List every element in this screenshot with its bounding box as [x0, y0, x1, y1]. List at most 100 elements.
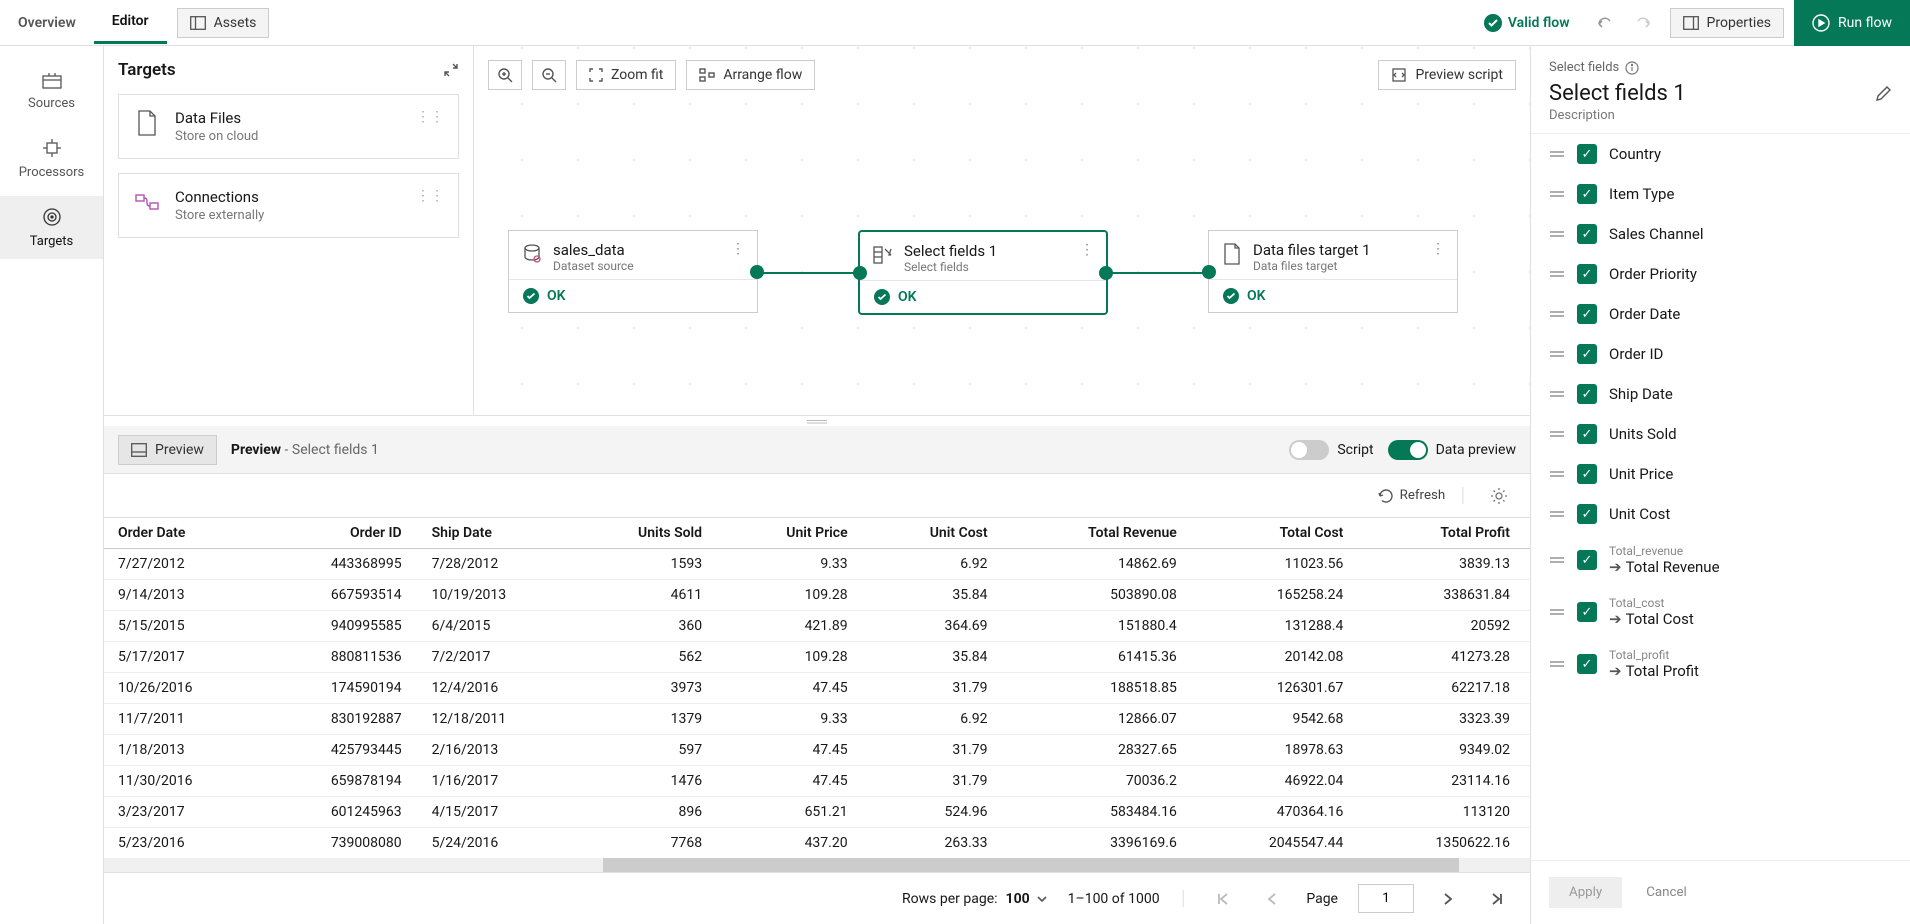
node-sales-data[interactable]: sales_data Dataset source ⋮ OK — [508, 230, 758, 313]
column-header[interactable]: Order Date — [104, 518, 261, 549]
zoom-fit-button[interactable]: Zoom fit — [576, 60, 676, 90]
rail-targets[interactable]: Targets — [0, 196, 103, 259]
checkbox[interactable]: ✓ — [1577, 602, 1597, 622]
field-row[interactable]: ✓ Order ID — [1531, 334, 1910, 374]
drag-handle-icon[interactable] — [1549, 469, 1565, 479]
drag-handle-icon[interactable] — [1549, 349, 1565, 359]
field-row[interactable]: ✓ Country — [1531, 134, 1910, 174]
target-card-datafiles[interactable]: Data Files Store on cloud ⋮⋮ — [118, 94, 459, 159]
drag-handle-icon[interactable] — [1549, 149, 1565, 159]
column-header[interactable]: Units Sold — [572, 518, 722, 549]
checkbox[interactable]: ✓ — [1577, 224, 1597, 244]
field-row[interactable]: ✓ Units Sold — [1531, 414, 1910, 454]
arrange-flow-button[interactable]: Arrange flow — [686, 60, 815, 90]
run-flow-button[interactable]: Run flow — [1794, 0, 1910, 46]
tab-editor[interactable]: Editor — [94, 1, 167, 44]
node-menu-icon[interactable]: ⋮ — [1431, 241, 1445, 257]
table-row[interactable]: 11/30/20166598781941/16/2017147647.4531.… — [104, 766, 1530, 797]
drag-handle-icon[interactable]: ⋮⋮ — [416, 109, 444, 125]
column-header[interactable]: Unit Cost — [868, 518, 1008, 549]
node-port[interactable] — [853, 266, 867, 280]
checkbox[interactable]: ✓ — [1577, 184, 1597, 204]
script-toggle[interactable] — [1289, 440, 1329, 460]
drag-handle-icon[interactable] — [1549, 269, 1565, 279]
drag-handle-icon[interactable] — [1549, 429, 1565, 439]
drag-handle-icon[interactable] — [1549, 659, 1565, 669]
data-preview-toggle[interactable] — [1388, 440, 1428, 460]
field-row[interactable]: ✓ Order Date — [1531, 294, 1910, 334]
column-header[interactable]: Total Cost — [1197, 518, 1364, 549]
edit-icon[interactable] — [1874, 85, 1892, 103]
checkbox[interactable]: ✓ — [1577, 304, 1597, 324]
next-page-button[interactable] — [1434, 886, 1462, 912]
properties-button[interactable]: Properties — [1670, 8, 1784, 38]
checkbox[interactable]: ✓ — [1577, 264, 1597, 284]
drag-handle-icon[interactable] — [1549, 509, 1565, 519]
field-row[interactable]: ✓ Unit Cost — [1531, 494, 1910, 534]
drag-handle-icon[interactable] — [1549, 389, 1565, 399]
table-row[interactable]: 9/14/201366759351410/19/20134611109.2835… — [104, 580, 1530, 611]
zoom-in-button[interactable] — [488, 60, 522, 90]
column-header[interactable]: Total Profit — [1363, 518, 1530, 549]
preview-button[interactable]: Preview — [118, 435, 217, 465]
resize-handle[interactable]: ══ — [104, 416, 1530, 426]
node-menu-icon[interactable]: ⋮ — [731, 241, 745, 257]
settings-button[interactable] — [1482, 481, 1516, 511]
checkbox[interactable]: ✓ — [1577, 504, 1597, 524]
checkbox[interactable]: ✓ — [1577, 344, 1597, 364]
first-page-button[interactable] — [1208, 886, 1238, 912]
horizontal-scrollbar[interactable] — [104, 858, 1530, 872]
refresh-button[interactable]: Refresh — [1378, 488, 1446, 504]
field-row[interactable]: ✓ Total_revenue➔Total Revenue — [1531, 534, 1910, 586]
field-row[interactable]: ✓ Item Type — [1531, 174, 1910, 214]
table-row[interactable]: 7/27/20124433689957/28/201215939.336.921… — [104, 549, 1530, 580]
collapse-icon[interactable] — [443, 62, 459, 78]
field-row[interactable]: ✓ Total_cost➔Total Cost — [1531, 586, 1910, 638]
prev-page-button[interactable] — [1258, 886, 1286, 912]
drag-handle-icon[interactable] — [1549, 555, 1565, 565]
assets-button[interactable]: Assets — [177, 8, 270, 38]
drag-handle-icon[interactable]: ⋮⋮ — [416, 188, 444, 204]
table-row[interactable]: 5/23/20167390080805/24/20167768437.20263… — [104, 828, 1530, 859]
table-row[interactable]: 11/7/201183019288712/18/201113799.336.92… — [104, 704, 1530, 735]
rows-per-page-select[interactable]: 100 — [1006, 891, 1048, 907]
drag-handle-icon[interactable] — [1549, 309, 1565, 319]
field-row[interactable]: ✓ Sales Channel — [1531, 214, 1910, 254]
rail-processors[interactable]: Processors — [0, 127, 103, 190]
redo-button[interactable] — [1624, 9, 1660, 37]
column-header[interactable]: Unit Price — [722, 518, 868, 549]
field-row[interactable]: ✓ Order Priority — [1531, 254, 1910, 294]
cancel-button[interactable]: Cancel — [1646, 877, 1687, 908]
checkbox[interactable]: ✓ — [1577, 424, 1597, 444]
drag-handle-icon[interactable] — [1549, 229, 1565, 239]
checkbox[interactable]: ✓ — [1577, 144, 1597, 164]
column-header[interactable]: Order ID — [261, 518, 422, 549]
apply-button[interactable]: Apply — [1549, 877, 1622, 908]
node-data-files-target[interactable]: Data files target 1 Data files target ⋮ … — [1208, 230, 1458, 313]
zoom-out-button[interactable] — [532, 60, 566, 90]
data-table[interactable]: Order DateOrder IDShip DateUnits SoldUni… — [104, 518, 1530, 858]
table-row[interactable]: 10/26/201617459019412/4/2016397347.4531.… — [104, 673, 1530, 704]
field-row[interactable]: ✓ Total_profit➔Total Profit — [1531, 638, 1910, 690]
drag-handle-icon[interactable] — [1549, 189, 1565, 199]
checkbox[interactable]: ✓ — [1577, 384, 1597, 404]
flow-canvas[interactable]: Zoom fit Arrange flow Preview script — [474, 46, 1530, 415]
target-card-connections[interactable]: Connections Store externally ⋮⋮ — [118, 173, 459, 238]
tab-overview[interactable]: Overview — [0, 3, 94, 43]
table-row[interactable]: 3/23/20176012459634/15/2017896651.21524.… — [104, 797, 1530, 828]
checkbox[interactable]: ✓ — [1577, 464, 1597, 484]
table-row[interactable]: 1/18/20134257934452/16/201359747.4531.79… — [104, 735, 1530, 766]
undo-button[interactable] — [1588, 9, 1624, 37]
preview-script-button[interactable]: Preview script — [1378, 60, 1516, 90]
rail-sources[interactable]: Sources — [0, 62, 103, 121]
column-header[interactable]: Ship Date — [422, 518, 573, 549]
table-row[interactable]: 5/15/20159409955856/4/2015360421.89364.6… — [104, 611, 1530, 642]
checkbox[interactable]: ✓ — [1577, 550, 1597, 570]
drag-handle-icon[interactable] — [1549, 607, 1565, 617]
table-row[interactable]: 5/17/20178808115367/2/2017562109.2835.84… — [104, 642, 1530, 673]
field-row[interactable]: ✓ Unit Price — [1531, 454, 1910, 494]
column-header[interactable]: Total Revenue — [1008, 518, 1197, 549]
node-menu-icon[interactable]: ⋮ — [1080, 242, 1094, 258]
node-select-fields[interactable]: Select fields 1 Select fields ⋮ OK — [858, 230, 1108, 315]
info-icon[interactable] — [1625, 61, 1639, 75]
